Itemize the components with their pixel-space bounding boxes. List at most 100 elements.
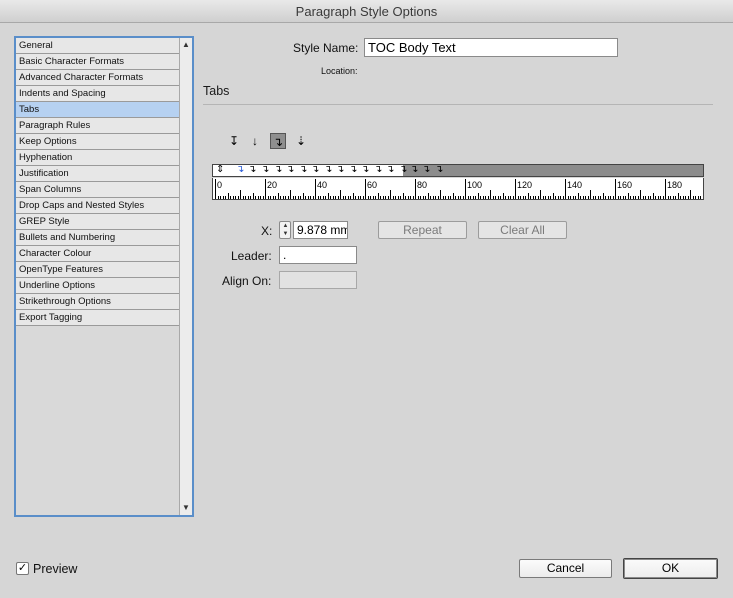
ruler-label: 180: [667, 180, 683, 190]
tab-stop-marker[interactable]: ↴: [361, 165, 369, 176]
ruler-tick: [275, 196, 276, 199]
ruler-tick: [677, 193, 679, 199]
scroll-up-arrow-icon[interactable]: ▲: [180, 38, 192, 52]
tab-stop-marker[interactable]: ↴: [386, 165, 394, 176]
sidebar-item-bullets-and-numbering[interactable]: Bullets and Numbering: [16, 230, 180, 246]
ruler-tick: [277, 193, 279, 199]
ruler-tick: [260, 196, 261, 199]
ruler-tick: [620, 196, 621, 199]
category-list[interactable]: General Basic Character Formats Advanced C…: [14, 36, 194, 517]
ruler-tick: [475, 196, 476, 199]
ruler-tick: [580, 196, 581, 199]
ruler-tick: [517, 196, 519, 199]
center-justified-tab-icon[interactable]: ↓: [247, 133, 263, 149]
sidebar-item-grep-style[interactable]: GREP Style: [16, 214, 180, 230]
sidebar-item-strikethrough-options[interactable]: Strikethrough Options: [16, 294, 180, 310]
sidebar-item-justification[interactable]: Justification: [16, 166, 180, 182]
ruler-tick: [650, 196, 651, 199]
tab-stop-marker[interactable]: ↴: [299, 165, 307, 176]
stepper-up-arrow-icon[interactable]: ▲: [281, 222, 290, 230]
tab-strip-overflow-region: [403, 165, 703, 176]
ruler-tick: [292, 196, 294, 199]
ruler-tick: [230, 196, 231, 199]
ruler-tick: [680, 196, 681, 199]
ruler-tick: [647, 196, 649, 199]
ruler-label: 140: [567, 180, 583, 190]
tab-stop-marker[interactable]: ↴: [422, 165, 430, 176]
tab-stop-marker[interactable]: ↴: [248, 165, 256, 176]
sidebar-item-underline-options[interactable]: Underline Options: [16, 278, 180, 294]
ruler-tick: [422, 196, 424, 199]
tab-ruler[interactable]: 0 20 40 60 80 100 120 140 160 180: [212, 178, 704, 200]
ruler-tick: [257, 196, 259, 199]
ruler-tick: [235, 196, 236, 199]
ruler-tick: [395, 196, 396, 199]
cancel-button[interactable]: Cancel: [519, 559, 612, 578]
sidebar-item-indents-and-spacing[interactable]: Indents and Spacing: [16, 86, 180, 102]
tab-stop-marker[interactable]: ↴: [435, 165, 443, 176]
ruler-tick: [280, 196, 281, 199]
sidebar-item-paragraph-rules[interactable]: Paragraph Rules: [16, 118, 180, 134]
sidebar-item-general[interactable]: General: [16, 38, 180, 54]
ruler-tick: [520, 196, 521, 199]
tab-stop-marker[interactable]: ↴: [374, 165, 382, 176]
scroll-down-arrow-icon[interactable]: ▼: [180, 501, 192, 515]
ruler-tick: [290, 190, 291, 199]
preview-label[interactable]: Preview: [33, 562, 77, 576]
ruler-tick: [640, 190, 641, 199]
tab-stop-marker[interactable]: ⇕: [216, 165, 224, 176]
tab-stop-marker[interactable]: ↴: [324, 165, 332, 176]
tab-stop-marker[interactable]: ↴: [399, 165, 407, 176]
tab-stop-marker[interactable]: ↴: [336, 165, 344, 176]
leader-field[interactable]: .: [279, 246, 357, 264]
tab-stop-marker[interactable]: ↴: [286, 165, 294, 176]
ruler-tick: [412, 196, 414, 199]
ok-button[interactable]: OK: [623, 558, 718, 579]
sidebar-item-drop-caps-and-nested-styles[interactable]: Drop Caps and Nested Styles: [16, 198, 180, 214]
ruler-tick: [327, 193, 329, 199]
clear-all-button[interactable]: Clear All: [478, 221, 567, 239]
align-to-decimal-tab-icon[interactable]: ⇣: [293, 133, 309, 149]
sidebar-item-hyphenation[interactable]: Hyphenation: [16, 150, 180, 166]
x-position-stepper[interactable]: ▲ ▼: [279, 221, 291, 239]
tab-stop-marker[interactable]: ↴: [349, 165, 357, 176]
ruler-tick: [510, 196, 511, 199]
sidebar-item-opentype-features[interactable]: OpenType Features: [16, 262, 180, 278]
tab-stop-marker[interactable]: ↴: [261, 165, 269, 176]
ruler-tick: [560, 196, 561, 199]
ruler-tick: [625, 196, 626, 199]
ruler-tick: [570, 196, 571, 199]
ruler-tick: [320, 196, 321, 199]
ruler-tick: [347, 196, 349, 199]
tab-stop-marker[interactable]: ↴: [236, 165, 244, 176]
ruler-tick: [452, 193, 454, 199]
ruler-tick: [692, 196, 694, 199]
style-name-field[interactable]: TOC Body Text: [364, 38, 618, 57]
right-justified-tab-icon[interactable]: ↴: [270, 133, 286, 149]
sidebar-item-span-columns[interactable]: Span Columns: [16, 182, 180, 198]
repeat-button[interactable]: Repeat: [378, 221, 467, 239]
tab-stop-strip[interactable]: ⇕ ↴ ↴ ↴ ↴ ↴ ↴ ↴ ↴ ↴ ↴ ↴ ↴ ↴ ↴ ↴ ↴ ↴: [212, 164, 704, 177]
ruler-label: 40: [317, 180, 328, 190]
ruler-tick: [270, 196, 271, 199]
sidebar-item-export-tagging[interactable]: Export Tagging: [16, 310, 180, 326]
preview-checkbox[interactable]: ✓: [16, 562, 29, 575]
category-scrollbar[interactable]: ▲ ▼: [179, 38, 192, 515]
ruler-tick: [505, 196, 506, 199]
left-justified-tab-icon[interactable]: ↧: [226, 133, 242, 149]
tab-stop-marker[interactable]: ↴: [311, 165, 319, 176]
x-position-field[interactable]: 9.878 mm: [293, 221, 348, 239]
stepper-down-arrow-icon[interactable]: ▼: [281, 230, 290, 238]
ruler-tick: [357, 196, 359, 199]
sidebar-item-basic-character-formats[interactable]: Basic Character Formats: [16, 54, 180, 70]
sidebar-item-keep-options[interactable]: Keep Options: [16, 134, 180, 150]
tab-stop-marker[interactable]: ↴: [274, 165, 282, 176]
sidebar-item-advanced-character-formats[interactable]: Advanced Character Formats: [16, 70, 180, 86]
ruler-tick: [405, 196, 406, 199]
sidebar-item-character-colour[interactable]: Character Colour: [16, 246, 180, 262]
tab-stop-marker[interactable]: ↴: [410, 165, 418, 176]
ruler-tick: [457, 196, 459, 199]
align-on-field[interactable]: [279, 271, 357, 289]
sidebar-item-tabs[interactable]: Tabs: [16, 102, 180, 118]
ruler-tick: [657, 196, 659, 199]
